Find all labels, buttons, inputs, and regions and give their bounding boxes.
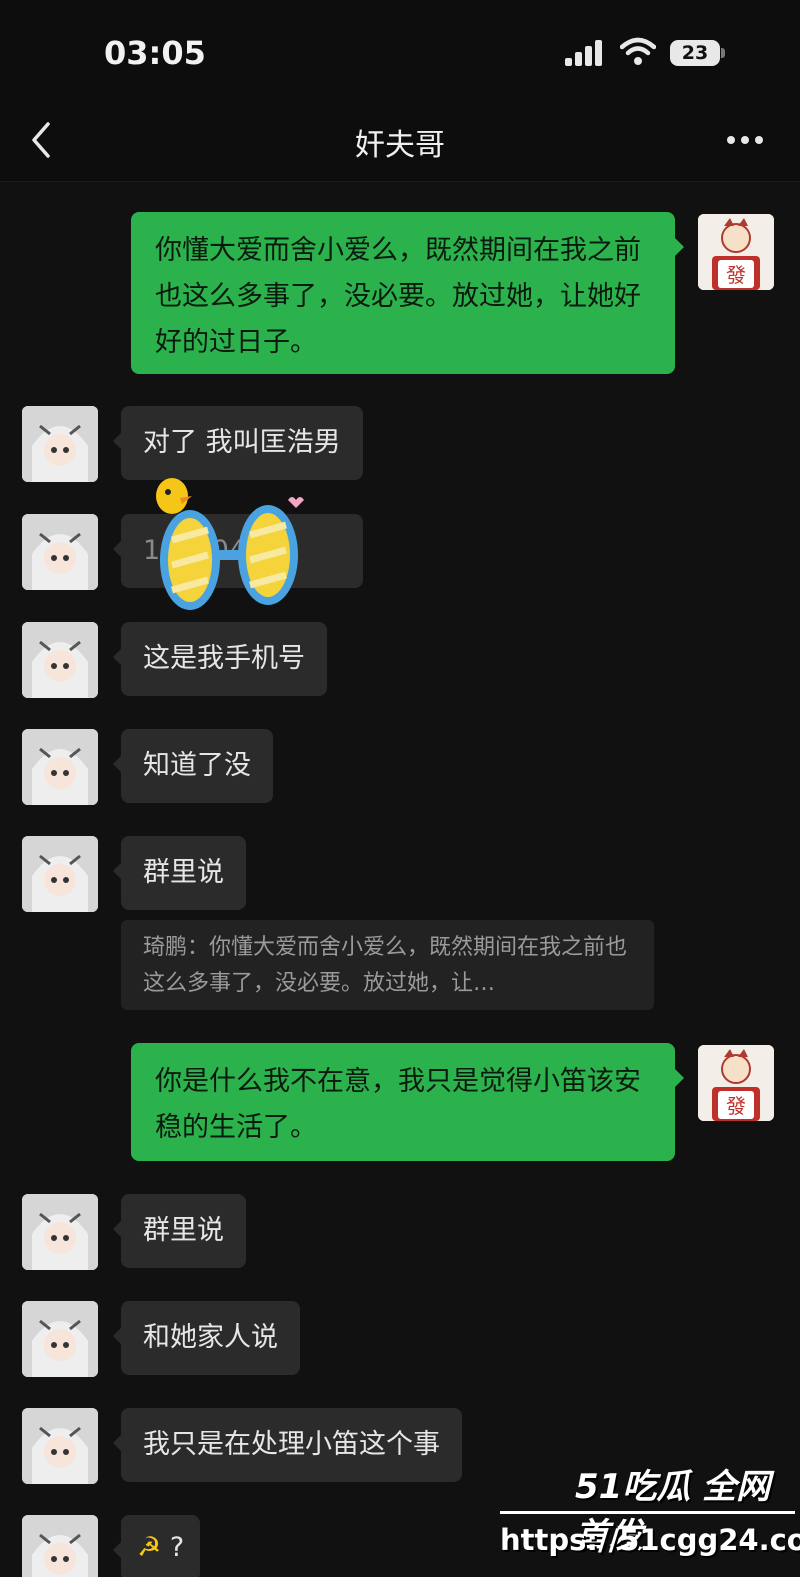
anime-girl-avatar-icon [22, 406, 98, 482]
message-bubble-incoming[interactable]: 对了 我叫匡浩男 [121, 406, 363, 480]
more-options-icon[interactable] [725, 126, 765, 154]
watermark: 51吃瓜 全网首发 https://51cgg24.com [490, 1455, 800, 1577]
contact-avatar[interactable] [22, 729, 98, 805]
anime-girl-avatar-icon [22, 622, 98, 698]
watermark-divider [500, 1511, 795, 1514]
battery-icon: 23 [670, 40, 726, 66]
message-row-in: 知道了没 [0, 729, 800, 809]
status-bar: 03:05 23 [0, 0, 800, 100]
message-row-out: 你懂大爱而舍小爱么，既然期间在我之前也这么多事了，没必要。放过她，让她好好的过日… [0, 212, 800, 376]
message-bubble-incoming[interactable]: 群里说 [121, 836, 246, 910]
svg-text:發: 發 [726, 263, 746, 287]
anime-girl-avatar-icon [22, 836, 98, 912]
wifi-icon [620, 37, 656, 65]
hammer-sickle-icon: ☭ [137, 1532, 162, 1563]
duck-sunglasses-icon [156, 478, 304, 610]
message-row-in: 群里说 [0, 836, 800, 916]
contact-avatar[interactable] [22, 622, 98, 698]
fortune-cat-icon: 發 [698, 1045, 774, 1121]
anime-girl-avatar-icon [22, 729, 98, 805]
anime-girl-avatar-icon [22, 1194, 98, 1270]
message-bubble-incoming[interactable]: 这是我手机号 [121, 622, 327, 696]
self-avatar[interactable]: 發 [698, 1045, 774, 1121]
contact-avatar[interactable] [22, 514, 98, 590]
self-avatar[interactable]: 發 [698, 214, 774, 290]
anime-girl-avatar-icon [22, 1515, 98, 1577]
message-row-in: 1 5 604 [0, 514, 800, 594]
question-text: ? [169, 1532, 185, 1563]
contact-avatar[interactable] [22, 1408, 98, 1484]
contact-avatar[interactable] [22, 406, 98, 482]
signal-icon [565, 40, 602, 66]
anime-girl-avatar-icon [22, 514, 98, 590]
message-row-in: 和她家人说 [0, 1301, 800, 1381]
fortune-cat-icon: 發 [698, 214, 774, 290]
anime-girl-avatar-icon [22, 1301, 98, 1377]
chat-title: 奸夫哥 [355, 128, 445, 163]
status-time: 03:05 [104, 34, 206, 72]
chat-header: 奸夫哥 [0, 100, 800, 182]
contact-avatar[interactable] [22, 1515, 98, 1577]
message-bubble-outgoing[interactable]: 你懂大爱而舍小爱么，既然期间在我之前也这么多事了，没必要。放过她，让她好好的过日… [131, 212, 675, 374]
battery-level: 23 [681, 42, 709, 64]
message-bubble-incoming[interactable]: 我只是在处理小笛这个事 [121, 1408, 462, 1482]
message-bubble-incoming[interactable]: ☭ ? [121, 1515, 201, 1577]
watermark-url: https://51cgg24.com [500, 1523, 800, 1557]
message-bubble-incoming[interactable]: 知道了没 [121, 729, 273, 803]
message-row-out: 你是什么我不在意，我只是觉得小笛该安稳的生活了。 發 [0, 1043, 800, 1163]
message-bubble-outgoing[interactable]: 你是什么我不在意，我只是觉得小笛该安稳的生活了。 [131, 1043, 675, 1161]
contact-avatar[interactable] [22, 836, 98, 912]
contact-avatar[interactable] [22, 1194, 98, 1270]
message-bubble-incoming[interactable]: 群里说 [121, 1194, 246, 1268]
quoted-message[interactable]: 琦鹏：你懂大爱而舍小爱么，既然期间在我之前也这么多事了，没必要。放过她，让… [121, 920, 654, 1010]
contact-avatar[interactable] [22, 1301, 98, 1377]
anime-girl-avatar-icon [22, 1408, 98, 1484]
message-row-in: 对了 我叫匡浩男 [0, 406, 800, 486]
svg-text:發: 發 [726, 1094, 746, 1118]
message-bubble-incoming[interactable]: 和她家人说 [121, 1301, 300, 1375]
message-row-in: 群里说 [0, 1194, 800, 1274]
message-row-in: 这是我手机号 [0, 622, 800, 702]
